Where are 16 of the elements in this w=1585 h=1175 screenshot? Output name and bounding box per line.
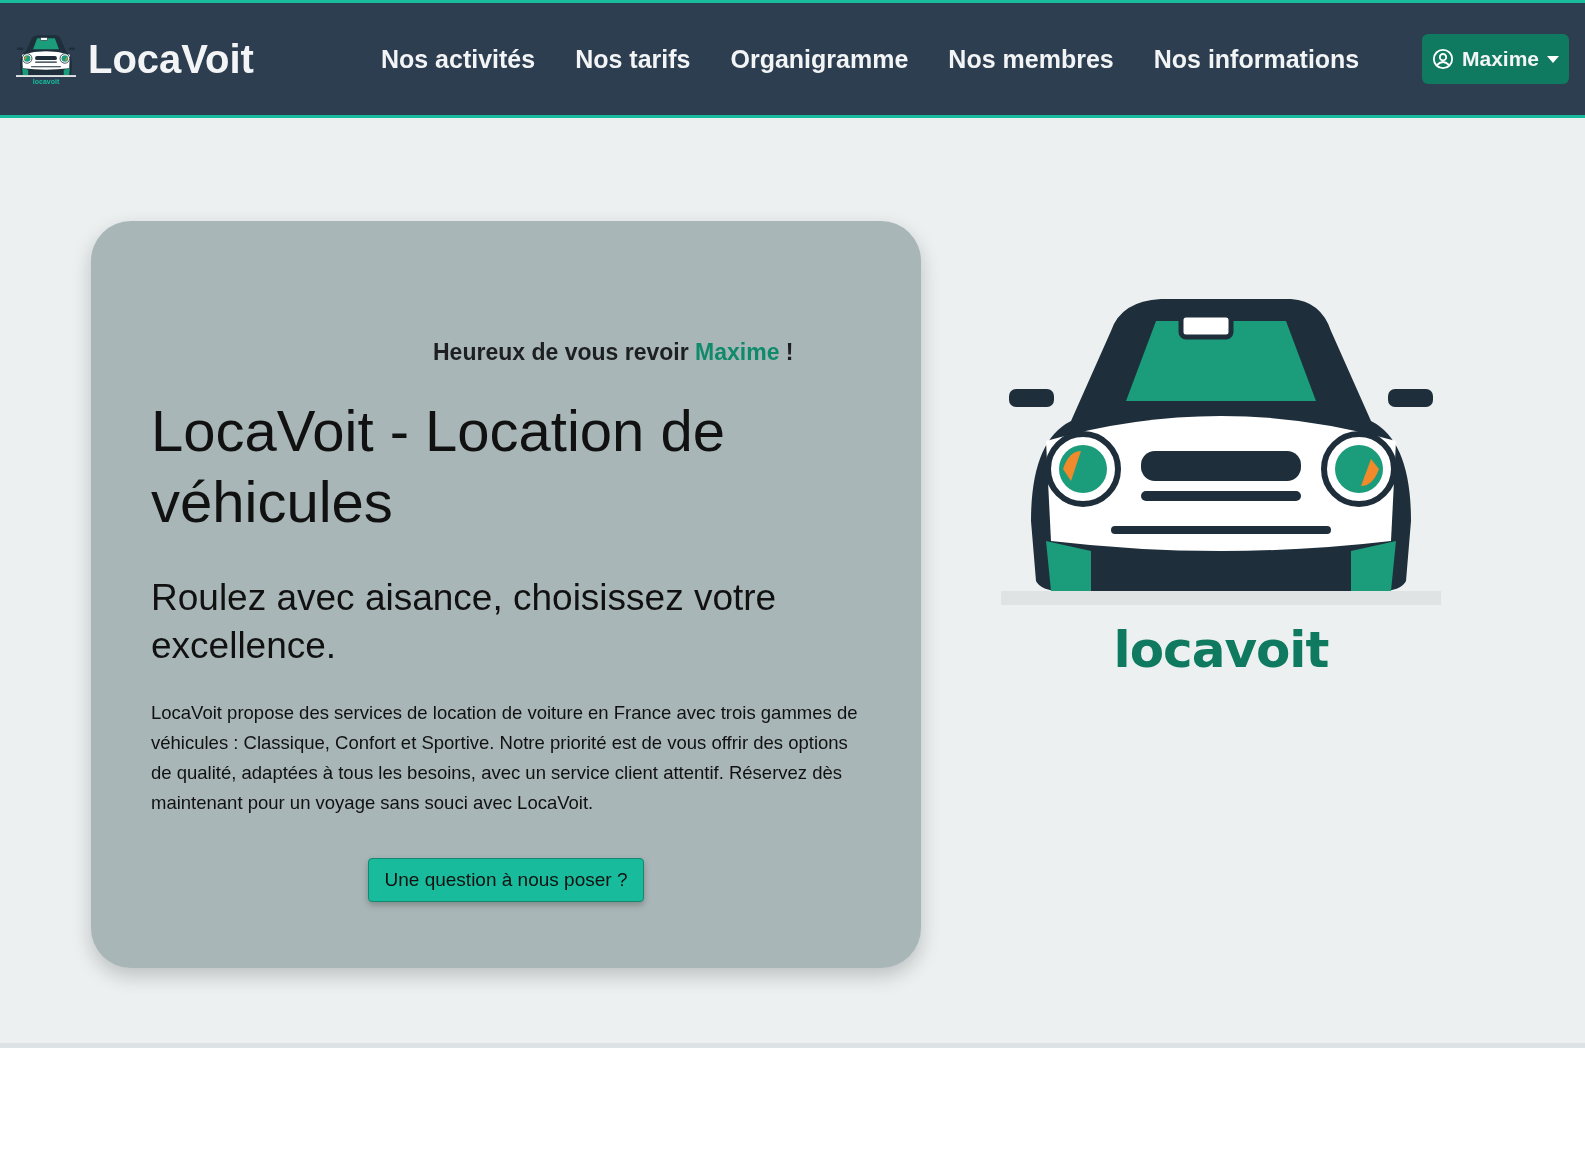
hero-title: LocaVoit - Location de véhicules (151, 397, 726, 536)
nav-link[interactable]: Organigramme (730, 44, 909, 74)
greeting-text: Heureux de vous revoir Maxime ! (433, 339, 795, 366)
user-circle-icon (1431, 48, 1454, 70)
hero-subtitle: Roulez avec aisance, choisissez votre excellence. (151, 575, 778, 668)
user-menu-button[interactable]: Maxime (1421, 34, 1569, 84)
nav-link[interactable]: Nos membres (948, 44, 1114, 74)
hero-description: LocaVoit propose des services de location de voiture en France avec trois gammes de véhicules : Classique, Confort et Sportive. Notre priorité est de vous offrir des options de qualité, adaptées à tous les besoins, avec un service client attentif. Réservez dès maintenant pour un voyage sans souci avec LocaVoit. (151, 700, 859, 815)
caret-icon (1547, 55, 1559, 63)
brand-name: LocaVoit (88, 36, 254, 82)
nav-link[interactable]: Nos informations (1153, 44, 1360, 74)
nav-link[interactable]: Nos tarifs (575, 44, 691, 74)
nav-link[interactable]: Nos activités (380, 44, 536, 74)
logo-wordmark: locavoit (1113, 621, 1329, 679)
car-logo-icon (16, 33, 76, 78)
question-button[interactable]: Une question à nous poser ? (367, 857, 645, 902)
